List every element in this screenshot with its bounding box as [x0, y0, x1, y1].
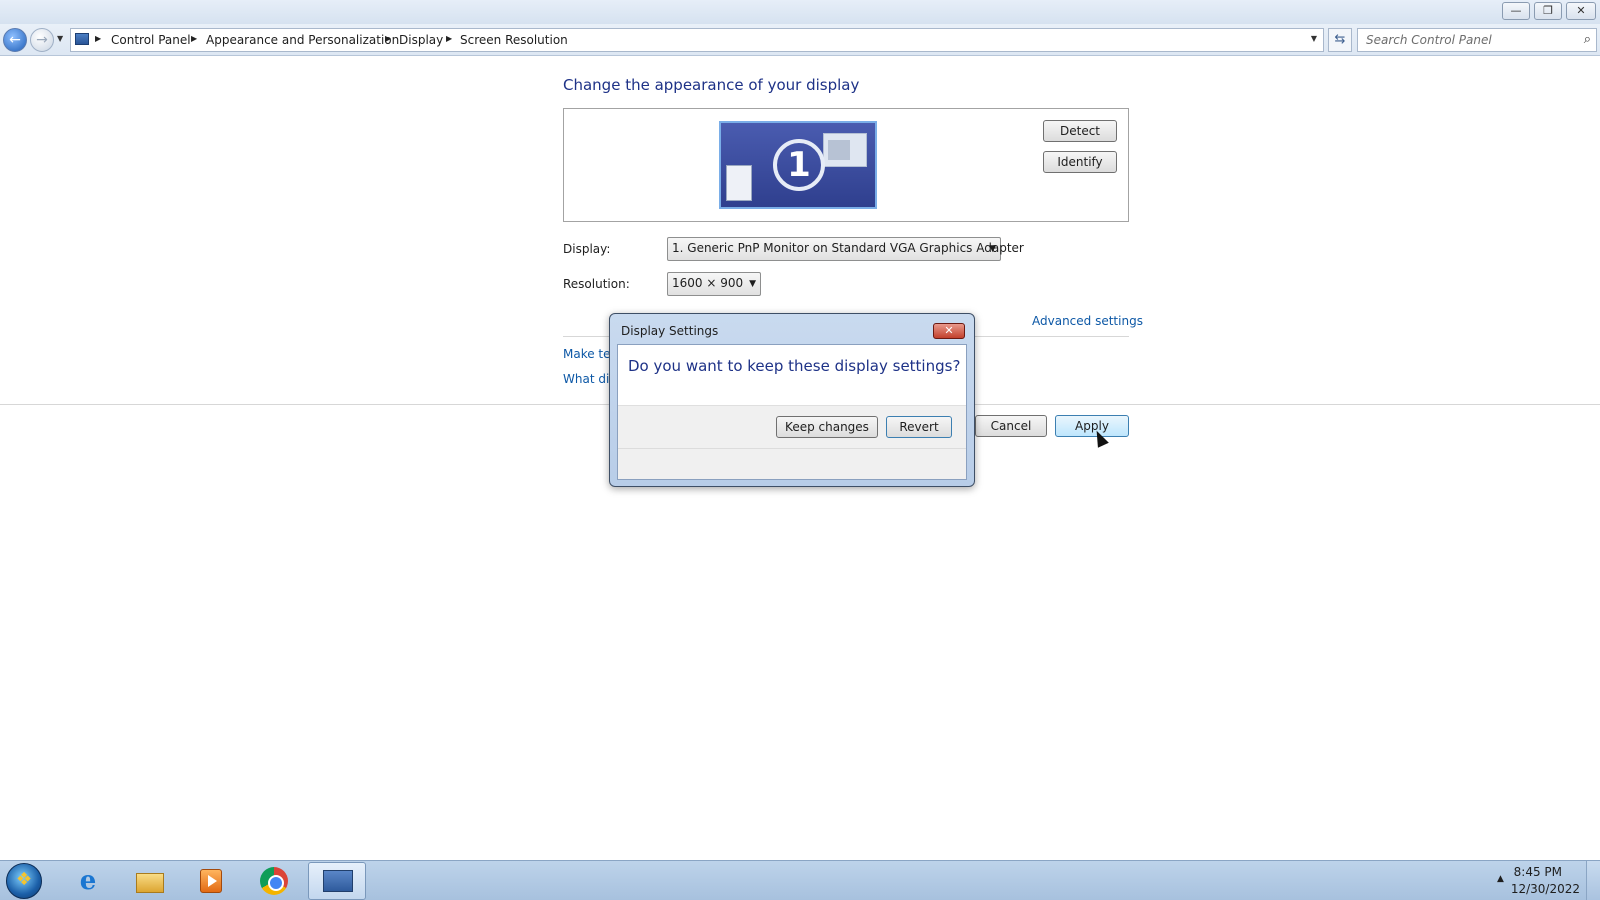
display-select[interactable]: 1. Generic PnP Monitor on Standard VGA G…: [667, 237, 1024, 261]
address-bar: ← → ▼ ▶ Control Panel ▶ Appearance and P…: [0, 24, 1600, 56]
restore-button[interactable]: ❐: [1534, 2, 1562, 20]
keep-changes-button[interactable]: Keep changes: [776, 416, 878, 438]
monitor-panel: 1 Detect Identify: [563, 108, 1129, 222]
start-button[interactable]: [6, 863, 42, 899]
dialog-title: Display Settings: [621, 324, 719, 338]
control-panel-taskbar-button[interactable]: [308, 862, 366, 900]
resolution-select-value: 1600 × 900: [672, 276, 744, 290]
back-button[interactable]: ←: [3, 28, 27, 52]
dialog-message: Do you want to keep these display settin…: [628, 357, 961, 375]
close-window-button[interactable]: ✕: [1566, 2, 1596, 20]
page-title: Change the appearance of your display: [563, 76, 860, 94]
revert-button[interactable]: Revert: [886, 416, 952, 438]
breadcrumb-display[interactable]: Display: [399, 33, 443, 47]
resolution-label: Resolution:: [563, 277, 630, 291]
advanced-settings-link[interactable]: Advanced settings: [1032, 314, 1143, 328]
minimize-button[interactable]: —: [1502, 2, 1530, 20]
back-arrow-icon: ←: [9, 32, 21, 48]
display-settings-dialog: Display Settings ✕ Do you want to keep t…: [609, 313, 975, 487]
dialog-footer: Keep changes Revert: [618, 405, 966, 479]
display-label: Display:: [563, 242, 611, 256]
search-placeholder: Search Control Panel: [1366, 33, 1492, 47]
window-thumbnail-icon: [726, 165, 752, 201]
control-panel-icon: [323, 870, 353, 892]
taskbar: e ▲ 8:45 PM 12/30/2022: [0, 860, 1600, 900]
show-hidden-icons-button[interactable]: ▲: [1497, 874, 1504, 884]
file-explorer-icon[interactable]: [134, 865, 166, 897]
media-player-icon[interactable]: [195, 865, 227, 897]
breadcrumb-screen-resolution[interactable]: Screen Resolution: [460, 33, 568, 47]
chevron-right-icon[interactable]: ▶: [385, 34, 391, 43]
chevron-down-icon: ▼: [989, 244, 996, 254]
internet-explorer-icon[interactable]: e: [72, 865, 104, 897]
identify-button[interactable]: Identify: [1043, 151, 1117, 173]
window-titlebar: — ❐ ✕: [0, 0, 1600, 24]
breadcrumb-control-panel[interactable]: Control Panel: [111, 33, 191, 47]
cancel-button[interactable]: Cancel: [975, 415, 1047, 437]
breadcrumb[interactable]: ▶ Control Panel ▶ Appearance and Persona…: [70, 28, 1324, 52]
monitor-1-icon[interactable]: 1: [719, 121, 877, 209]
chevron-right-icon[interactable]: ▶: [446, 34, 452, 43]
dialog-close-button[interactable]: ✕: [933, 323, 965, 339]
chevron-down-icon: ▼: [749, 279, 756, 289]
chevron-right-icon[interactable]: ▶: [191, 34, 197, 43]
chrome-icon[interactable]: [258, 865, 290, 897]
clock-date[interactable]: 12/30/2022: [1511, 882, 1580, 896]
forward-arrow-icon: →: [36, 32, 48, 48]
chevron-down-icon[interactable]: ▼: [1311, 34, 1317, 43]
control-panel-icon: [75, 33, 89, 45]
chrome-logo-icon: [260, 867, 288, 895]
what-display-settings-link[interactable]: What dis: [563, 372, 616, 386]
detect-button[interactable]: Detect: [1043, 120, 1117, 142]
search-input[interactable]: Search Control Panel ⌕: [1357, 28, 1597, 52]
forward-button[interactable]: →: [30, 28, 54, 52]
close-icon: ✕: [944, 324, 954, 337]
dialog-body: Do you want to keep these display settin…: [617, 344, 967, 480]
chevron-right-icon[interactable]: ▶: [95, 34, 101, 43]
divider: [618, 448, 966, 449]
refresh-icon: ⇆: [1334, 32, 1346, 47]
search-icon[interactable]: ⌕: [1584, 32, 1591, 47]
breadcrumb-appearance[interactable]: Appearance and Personalization: [206, 33, 399, 47]
resolution-select[interactable]: 1600 × 900 ▼: [667, 272, 761, 296]
window-thumbnail-icon: [823, 133, 867, 167]
clock-time[interactable]: 8:45 PM: [1514, 865, 1562, 879]
refresh-button[interactable]: ⇆: [1328, 28, 1352, 52]
folder-icon: [136, 873, 164, 893]
recent-pages-dropdown[interactable]: ▼: [57, 34, 63, 43]
display-select-value: 1. Generic PnP Monitor on Standard VGA G…: [672, 241, 1024, 255]
show-desktop-button[interactable]: [1586, 861, 1600, 900]
play-icon: [200, 869, 222, 893]
monitor-number: 1: [773, 139, 825, 191]
